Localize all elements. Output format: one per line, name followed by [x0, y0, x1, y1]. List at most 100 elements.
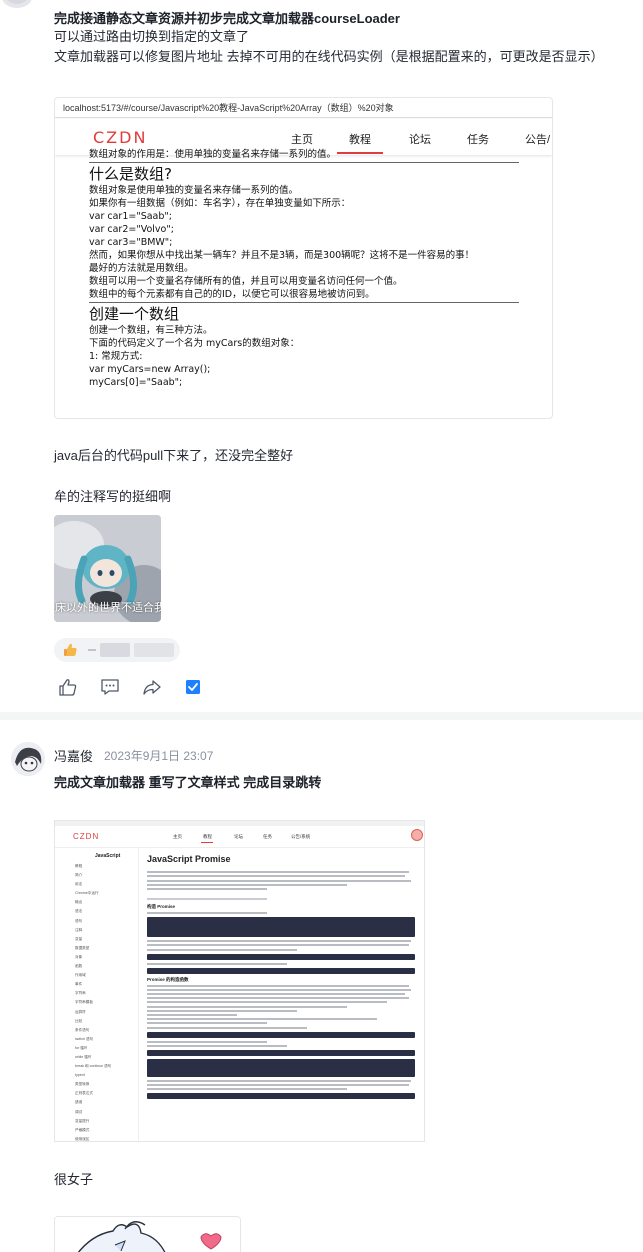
screenshot-image[interactable]: CZDN 主页 教程 论坛 任务 公告/系统 JavaScript 教程简介用法… [54, 820, 425, 1142]
article-line: var myCars=new Array(); [89, 364, 211, 375]
thumbs-up-icon[interactable] [58, 678, 78, 696]
article-line: 1: 常规方式: [89, 351, 143, 362]
article-line: 数组中的每个元素都有自己的的ID，以便它可以很容易地被访问到。 [89, 289, 375, 300]
sidebar-item: 语法 [75, 909, 83, 914]
article-line: 数组对象的作用是：使用单独的变量名来存储一系列的值。 [89, 149, 337, 160]
post-title: 完成接通静态文章资源并初步完成文章加载器courseLoader [54, 11, 400, 26]
sidebar-item: 变量 [75, 936, 83, 941]
avatar[interactable] [11, 742, 45, 776]
sidebar-item: 调试 [75, 1109, 83, 1114]
author-name[interactable]: 冯嘉俊 [54, 746, 93, 765]
text-line [147, 944, 409, 947]
section-rule [89, 162, 519, 163]
attached-image[interactable] [54, 1216, 241, 1252]
text-line [147, 1040, 267, 1043]
text-line [147, 993, 405, 996]
nav-active-underline [201, 842, 213, 843]
text-line [147, 1079, 411, 1082]
text-line [147, 871, 409, 874]
text-line [147, 997, 409, 1000]
text-line [147, 1022, 267, 1025]
sidebar-item: 运算符 [75, 1009, 86, 1014]
text-line [147, 940, 411, 943]
toc-sidebar: JavaScript 教程 简介 用法 Chrome中运行 输出 语法 语句 注释 变量 数据类型… [55, 848, 139, 1141]
article-line: var car3="BMW"; [89, 237, 173, 248]
text-line [147, 1088, 347, 1091]
nav-item: 主页 [173, 834, 182, 839]
site-logo: CZDN [93, 128, 148, 147]
article-line: 数组对象是使用单独的变量名来存储一系列的值。 [89, 185, 299, 196]
text-line [147, 1005, 347, 1008]
sidebar-item: 字符串 [75, 991, 86, 996]
article-content: 数组对象的作用是：使用单独的变量名来存储一系列的值。什么是数组? 数组对象是使用单… [89, 148, 552, 389]
article-body: 构造 Promise Promise 的构造函数 [147, 869, 415, 1102]
text-line [147, 1009, 297, 1012]
post-text: 很女子 [54, 1172, 94, 1187]
sidebar-item: 字符串模板 [75, 1000, 93, 1005]
text-line [147, 875, 405, 878]
browser-url: localhost:5173/#/course/Javascript%20教程-… [55, 98, 552, 118]
sidebar-item: while 循环 [75, 1054, 92, 1059]
sidebar-item: Chrome中运行 [75, 891, 99, 896]
separator-dash [88, 649, 96, 651]
sidebar-item: break 和 continue 语句 [75, 1064, 112, 1069]
nav-item-active: 教程 [349, 134, 371, 146]
article-heading: 什么是数组? [89, 165, 172, 183]
post-text: 可以通过路由切换到指定的文章了 [54, 29, 250, 44]
sidebar-item: 类型转换 [75, 1082, 90, 1087]
text-line [147, 1014, 237, 1016]
text-line [147, 1018, 377, 1021]
sidebar-item: 简介 [75, 873, 83, 878]
attached-image[interactable]: 床以外的世界不适合我 [54, 515, 161, 622]
sidebar-item: for 循环 [75, 1045, 88, 1050]
nav-item: 论坛 [409, 134, 431, 146]
post-time: 2023年9月1日 23:07 [104, 749, 214, 763]
sidebar-item: 用法 [75, 882, 83, 887]
post-text: 牟的注释写的挺细啊 [54, 489, 172, 504]
sidebar-item: 使用误区 [75, 1136, 90, 1141]
code-block [147, 917, 415, 938]
article-line: myCars[0]="Saab"; [89, 377, 183, 388]
nav-item: 任务 [263, 834, 272, 839]
section-rule [89, 302, 519, 303]
comment-icon[interactable] [100, 678, 120, 696]
user-avatar [411, 829, 423, 841]
screenshot-image[interactable]: localhost:5173/#/course/Javascript%20教程-… [54, 97, 553, 419]
text-line [147, 879, 411, 882]
blurred-avatar [100, 643, 130, 657]
site-navbar: CZDN 主页 教程 论坛 任务 公告/系统 [55, 826, 424, 848]
article-title: JavaScript Promise [147, 854, 231, 864]
code-block [147, 1049, 415, 1056]
reaction-pill[interactable] [54, 638, 180, 662]
sidebar-item: 事件 [75, 982, 83, 987]
nav-item: 论坛 [234, 834, 243, 839]
thumbs-up-emoji-icon [64, 643, 77, 656]
sidebar-item: 条件语句 [75, 1027, 90, 1032]
sidebar-title: JavaScript [95, 853, 121, 859]
post-divider [0, 712, 643, 720]
nav-item: 主页 [291, 134, 313, 146]
nav-item-active: 教程 [203, 834, 212, 839]
avatar[interactable] [2, 0, 32, 8]
sidebar-item: 函数 [75, 964, 83, 969]
text-line [147, 887, 267, 890]
post-title: 完成文章加载器 重写了文章样式 完成目录跳转 [54, 775, 322, 790]
code-block [147, 967, 415, 974]
code-block [147, 1093, 415, 1100]
text-line [147, 1083, 409, 1086]
section-heading: Promise 的构造函数 [147, 976, 189, 982]
section-heading: 构造 Promise [147, 903, 176, 909]
browser-support-row [147, 897, 267, 900]
checkbox-icon[interactable] [184, 678, 204, 696]
text-line [147, 962, 287, 965]
sidebar-item: typeof [75, 1073, 85, 1078]
sidebar-item: 变量提升 [75, 1118, 90, 1123]
post-text: java后台的代码pull下来了，还没完全整好 [54, 448, 294, 463]
text-line [147, 912, 267, 915]
text-line [147, 984, 409, 987]
sidebar-item: 正则表达式 [75, 1091, 93, 1096]
share-icon[interactable] [142, 678, 162, 696]
sidebar-item: 注释 [75, 927, 83, 932]
sidebar-item: 语句 [75, 918, 83, 923]
text-line [147, 1026, 307, 1029]
